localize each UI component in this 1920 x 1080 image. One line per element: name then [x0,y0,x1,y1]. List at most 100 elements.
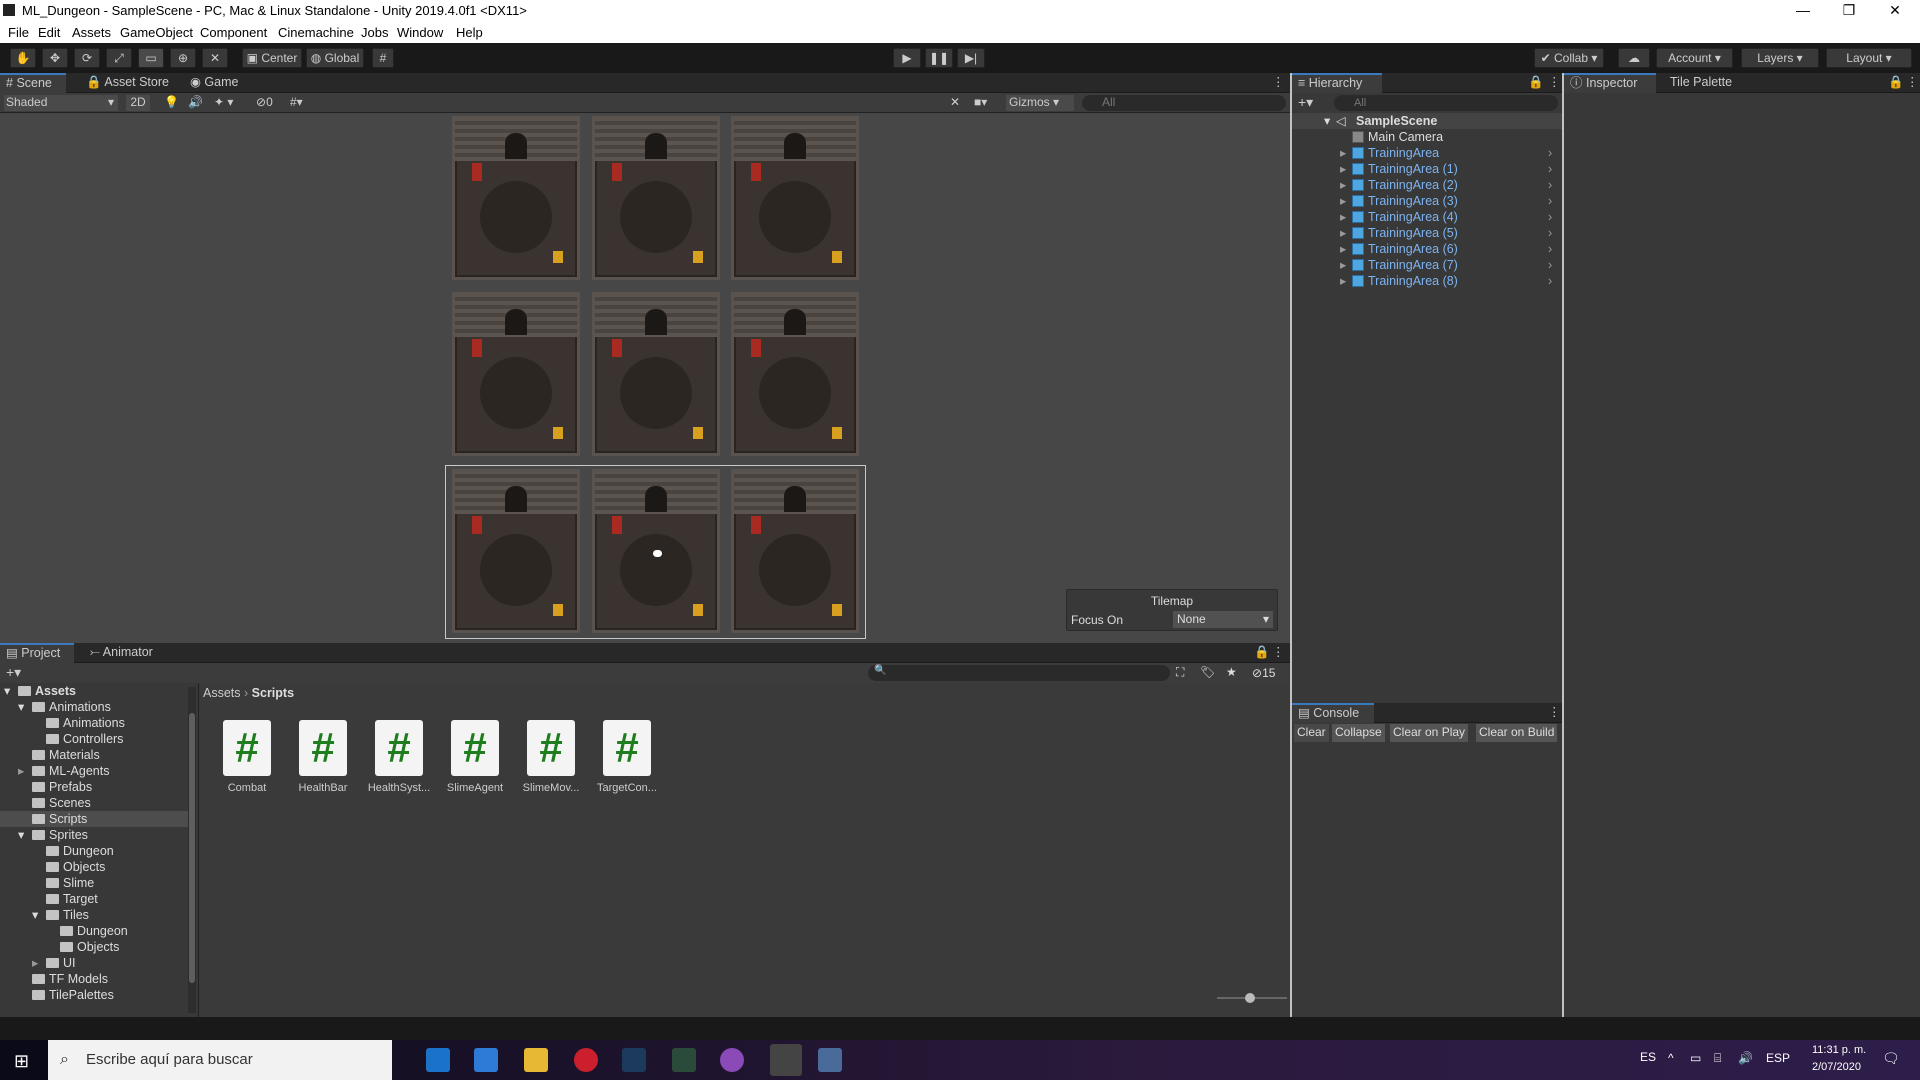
scale-tool-icon[interactable]: ⤢ [106,48,132,68]
account-dropdown[interactable]: Account ▾ [1656,48,1733,68]
tree-item[interactable]: TF Models [0,971,188,987]
layers-dropdown[interactable]: Layers ▾ [1741,48,1819,68]
game-app-icon[interactable] [672,1048,696,1072]
tree-item[interactable]: Prefabs [0,779,188,795]
hierarchy-item-trainingarea[interactable]: ▸ TrainingArea (6) › [1292,241,1562,257]
hierarchy-item-trainingarea[interactable]: ▸ TrainingArea (3) › [1292,193,1562,209]
effects-icon[interactable]: ✦ ▾ [214,95,233,111]
favorite-icon[interactable]: ★ [1226,665,1237,679]
script-asset[interactable]: # SlimeAgent [442,720,508,794]
paint-app-icon[interactable] [818,1048,842,1072]
hierarchy-search-input[interactable]: All [1334,95,1558,111]
unity-taskbar-icon[interactable] [770,1044,802,1076]
pivot-global-button[interactable]: ◍ Global [306,48,364,68]
expand-arrow-icon[interactable]: ▸ [1340,241,1346,257]
breadcrumb-current[interactable]: Scripts [252,686,294,700]
tree-item[interactable]: Controllers [0,731,188,747]
hierarchy-item-trainingarea[interactable]: ▸ TrainingArea (7) › [1292,257,1562,273]
opera-browser-icon[interactable] [574,1048,598,1072]
expand-arrow-icon[interactable]: ▸ [18,763,24,779]
layout-dropdown[interactable]: Layout ▾ [1826,48,1912,68]
expand-arrow-icon[interactable]: ▸ [1340,209,1346,225]
chevron-right-icon[interactable]: › [1548,273,1552,289]
tab-inspector[interactable]: ⓘ Inspector [1564,73,1656,93]
hidden-packages-toggle[interactable]: ⊘15 [1252,666,1275,680]
chevron-right-icon[interactable]: › [1548,225,1552,241]
cloud-icon[interactable]: ☁ [1618,48,1650,68]
scene-search-input[interactable]: All [1082,95,1286,111]
file-explorer-icon[interactable] [524,1048,548,1072]
gizmos-dropdown[interactable]: Gizmos ▾ [1006,95,1074,111]
menu-cinemachine[interactable]: Cinemachine [278,25,354,40]
menu-component[interactable]: Component [200,25,267,40]
script-asset[interactable]: # SlimeMov... [518,720,584,794]
script-asset[interactable]: # Combat [214,720,280,794]
console-clear-button[interactable]: Clear [1294,724,1329,742]
hand-tool-icon[interactable]: ✋ [10,48,36,68]
breadcrumb-assets[interactable]: Assets [203,686,241,700]
tools-icon[interactable]: ✕ [950,95,960,111]
lighting-icon[interactable]: 💡 [164,95,179,111]
tab-hierarchy[interactable]: ≡ Hierarchy [1292,73,1382,93]
hierarchy-item-trainingarea[interactable]: ▸ TrainingArea (2) › [1292,177,1562,193]
tree-item[interactable]: Objects [0,939,188,955]
chevron-up-icon[interactable]: ^ [1668,1051,1674,1065]
menu-edit[interactable]: Edit [38,25,60,40]
tree-item[interactable]: Objects [0,859,188,875]
mode-2d-toggle[interactable]: 2D [126,95,150,111]
hierarchy-item-trainingarea[interactable]: ▸ TrainingArea (5) › [1292,225,1562,241]
clock-time[interactable]: 11:31 p. m. [1812,1044,1866,1056]
menu-file[interactable]: File [8,25,29,40]
hidden-objects-toggle[interactable]: ⊘0 [256,95,273,111]
expand-arrow-icon[interactable]: ▸ [1340,225,1346,241]
tab-console[interactable]: ▤ Console [1292,703,1374,723]
play-button[interactable]: ▶ [893,48,921,68]
grid-icon[interactable]: #▾ [290,95,303,111]
kebab-menu-icon[interactable]: ⋮ [1900,73,1920,93]
notifications-icon[interactable]: 🗨 [1882,1050,1900,1067]
chevron-right-icon[interactable]: › [1548,209,1552,225]
expand-arrow-icon[interactable]: ▸ [1340,257,1346,273]
waves-app-icon[interactable] [622,1048,646,1072]
battery-icon[interactable]: ▭ [1690,1051,1701,1065]
tab-asset-store[interactable]: 🔒 Asset Store [80,73,175,93]
kebab-menu-icon[interactable]: ⋮ [1542,73,1567,93]
script-asset[interactable]: # HealthBar [290,720,356,794]
tab-tile-palette[interactable]: Tile Palette [1664,73,1738,93]
hierarchy-item-trainingarea[interactable]: ▸ TrainingArea (4) › [1292,209,1562,225]
tree-item[interactable]: ▸ UI [0,955,188,971]
minimize-button[interactable]: — [1780,0,1826,22]
rect-tool-icon[interactable]: ▭ [138,48,164,68]
custom-tool-icon[interactable]: ✕ [202,48,228,68]
hierarchy-item-trainingarea[interactable]: ▸ TrainingArea (1) › [1292,161,1562,177]
mail-app-icon[interactable] [426,1048,450,1072]
expand-arrow-icon[interactable]: ▾ [32,907,38,923]
script-asset[interactable]: # TargetCon... [594,720,660,794]
network-icon[interactable]: ⌸ [1714,1051,1721,1066]
zoom-slider-handle[interactable] [1245,993,1255,1003]
store-app-icon[interactable] [474,1048,498,1072]
chevron-right-icon[interactable]: › [1548,161,1552,177]
kebab-menu-icon[interactable]: ⋮ [1266,73,1291,93]
create-button[interactable]: +▾ [6,664,21,681]
expand-arrow-icon[interactable]: ▸ [1340,145,1346,161]
console-collapse-button[interactable]: Collapse [1332,724,1385,742]
volume-icon[interactable]: 🔊 [1738,1051,1753,1065]
chevron-right-icon[interactable]: › [1548,257,1552,273]
transform-tool-icon[interactable]: ⊕ [170,48,196,68]
filter-type-icon[interactable]: ⛶ [1176,665,1184,680]
tree-item[interactable]: ▾ Animations [0,699,188,715]
expand-arrow-icon[interactable]: ▸ [1340,273,1346,289]
maximize-button[interactable]: ❐ [1826,0,1872,22]
close-button[interactable]: ✕ [1872,0,1918,22]
tree-item[interactable]: Scenes [0,795,188,811]
chevron-right-icon[interactable]: › [1548,177,1552,193]
scrollbar-thumb[interactable] [189,713,195,983]
kebab-menu-icon[interactable]: ⋮ [1542,703,1567,723]
tab-scene[interactable]: # Scene [0,73,66,93]
language-indicator[interactable]: ES [1640,1050,1656,1064]
menu-gameobject[interactable]: GameObject [120,25,193,40]
expand-arrow-icon[interactable]: ▸ [1340,177,1346,193]
chevron-right-icon[interactable]: › [1548,193,1552,209]
discord-app-icon[interactable] [720,1048,744,1072]
